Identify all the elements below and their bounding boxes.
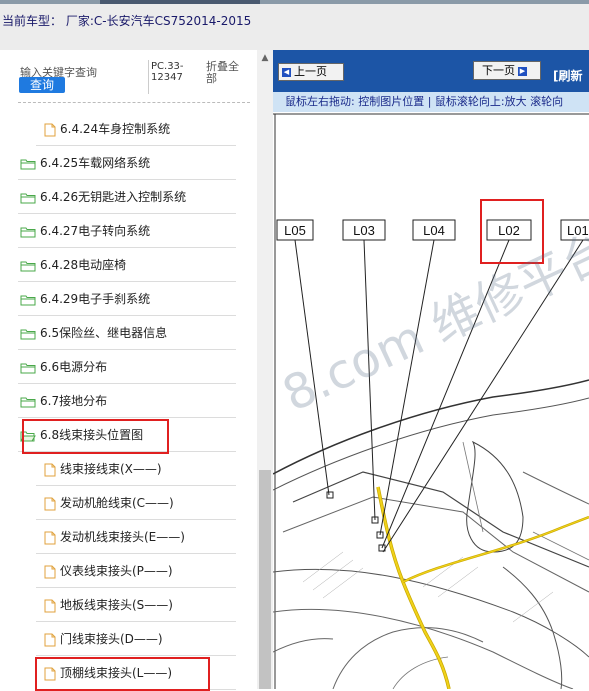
tree-divider [36,485,236,486]
tree-divider [36,519,236,520]
folder-icon [20,397,36,408]
file-icon [44,531,56,545]
scroll-thumb[interactable] [259,470,271,689]
connector-label[interactable]: L04 [412,219,456,241]
file-icon [44,123,56,137]
highlight-box [35,657,210,691]
file-icon [44,633,56,647]
hint-text: 鼠标左右拖动: 控制图片位置 | 鼠标滚轮向上:放大 滚轮向 [285,95,564,108]
tree-divider [18,349,236,350]
tree-item[interactable]: 线束接线束(X——) [0,453,250,486]
tree-divider [36,587,236,588]
tree-divider [36,621,236,622]
tree-item[interactable]: 门线束接头(D——) [0,623,250,656]
search-button[interactable]: 查询 [19,77,65,93]
tree-item[interactable]: 发动机舱线束(C——) [0,487,250,520]
connector-label[interactable]: L03 [342,219,386,241]
sidebar: 输入关键字查询 查询 PC.33-12347 折叠全部 6.4.24车身控制系统… [0,50,273,691]
tree-item-label: 门线束接头(D——) [60,632,163,646]
left-arrow-icon: ◀ [282,67,291,77]
file-icon [44,497,56,511]
top-strip-accent [100,0,260,4]
tree-item-label: 6.4.24车身控制系统 [60,122,171,136]
folder-icon [20,329,36,340]
top-header: 当前车型： 厂家:C-长安汽车CS752014-2015 [0,0,589,50]
tree-item-label: 6.4.26无钥匙进入控制系统 [40,190,187,204]
tree-item[interactable]: 6.4.25车载网络系统 [0,147,250,180]
folder-icon [20,159,36,170]
folder-icon [20,295,36,306]
separator [148,60,149,94]
folder-icon [20,363,36,374]
tree-divider [18,315,236,316]
current-car-text: 当前车型： 厂家:C-长安汽车CS752014-2015 [2,12,251,29]
next-label: 下一页 [482,64,515,77]
tree-item-label: 6.4.27电子转向系统 [40,224,151,238]
tree-item[interactable]: 6.6电源分布 [0,351,250,384]
top-strip [0,0,589,4]
next-page-button[interactable]: 下一页 ▶ [473,61,541,80]
tree-divider [36,145,236,146]
tree-item[interactable]: 6.4.27电子转向系统 [0,215,250,248]
label-L05: L05 [284,223,306,238]
folder-icon [20,227,36,238]
car-value: 厂家:C-长安汽车CS752014-2015 [65,14,252,28]
folder-icon [20,261,36,272]
car-label: 当前车型： [2,14,63,28]
tree-divider [18,179,236,180]
tree-item-label: 6.4.28电动座椅 [40,258,127,272]
pc-code: PC.33-12347 [151,61,184,83]
highlight-box [22,419,169,454]
tree-item-label: 6.5保险丝、继电器信息 [40,326,168,340]
label-L02: L02 [498,223,520,238]
tree-divider [36,553,236,554]
prev-label: 上一页 [294,65,327,78]
tree-item[interactable]: 6.4.24车身控制系统 [0,113,250,146]
file-icon [44,565,56,579]
connector-label[interactable]: L05 [276,219,314,241]
file-icon [44,463,56,477]
tree-item[interactable]: 6.4.29电子手刹系统 [0,283,250,316]
tree-item-label: 6.4.29电子手刹系统 [40,292,151,306]
tree-item-label: 线束接线束(X——) [60,462,162,476]
divider [18,102,250,103]
tree-item-label: 发动机舱线束(C——) [60,496,174,510]
tree-divider [18,383,236,384]
tree-item-label: 地板线束接头(S——) [60,598,173,612]
file-icon [44,599,56,613]
collapse-all-button[interactable]: 折叠全部 [206,61,246,85]
tree-item-label: 6.6电源分布 [40,360,108,374]
tree-item[interactable]: 6.4.26无钥匙进入控制系统 [0,181,250,214]
tree-divider [18,213,236,214]
tree-item[interactable]: 地板线束接头(S——) [0,589,250,622]
label-L04: L04 [423,223,445,238]
harness-diagram[interactable]: L05 L03 L04 L02 L01 8.com 维修平台 [273,112,589,689]
scroll-up-icon[interactable]: ▲ [257,50,273,66]
tree-item-label: 仪表线束接头(P——) [60,564,173,578]
tree-item-label: 6.7接地分布 [40,394,108,408]
tree-divider [36,655,236,656]
tree-item[interactable]: 6.7接地分布 [0,385,250,418]
hint-bar: 鼠标左右拖动: 控制图片位置 | 鼠标滚轮向上:放大 滚轮向 [273,92,589,112]
right-arrow-icon: ▶ [518,66,527,76]
tree-divider [18,281,236,282]
tree-item[interactable]: 6.5保险丝、继电器信息 [0,317,250,350]
folder-icon [20,193,36,204]
tree-item[interactable]: 仪表线束接头(P——) [0,555,250,588]
label-L03: L03 [353,223,375,238]
tree-divider [18,417,236,418]
refresh-button[interactable]: [刷新 [553,67,583,84]
prev-page-button[interactable]: ◀ 上一页 [278,63,344,81]
viewer-panel: ◀ 上一页 下一页 ▶ [刷新 鼠标左右拖动: 控制图片位置 | 鼠标滚轮向上:放大… [273,50,589,689]
tree-divider [18,247,236,248]
viewer-toolbar: ◀ 上一页 下一页 ▶ [刷新 [273,50,589,92]
tree-item-label: 发动机线束接头(E——) [60,530,185,544]
tree-item[interactable]: 6.4.28电动座椅 [0,249,250,282]
tree-item[interactable]: 发动机线束接头(E——) [0,521,250,554]
connector-label[interactable]: L02 [486,219,532,241]
tree-item-label: 6.4.25车载网络系统 [40,156,151,170]
